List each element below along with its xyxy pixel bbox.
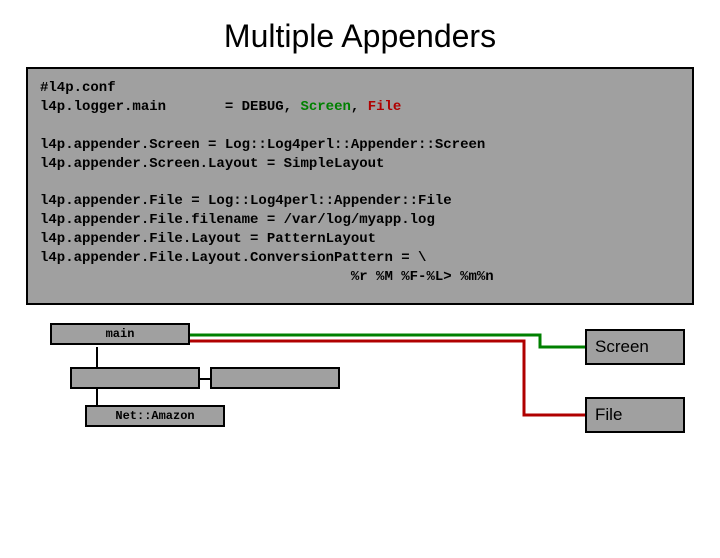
code-line: l4p.appender.Screen.Layout = SimpleLayou… bbox=[40, 156, 384, 172]
node-blank-1 bbox=[70, 367, 200, 389]
appender-screen: Screen bbox=[585, 329, 685, 365]
node-main: main bbox=[50, 323, 190, 345]
logger-diagram: main Net::Amazon Screen File bbox=[0, 317, 720, 467]
config-code-block: #l4p.conf l4p.logger.main = DEBUG, Scree… bbox=[26, 67, 694, 305]
code-line: l4p.logger.main = DEBUG, Screen, File bbox=[40, 99, 401, 115]
code-line: l4p.appender.Screen = Log::Log4perl::App… bbox=[40, 137, 485, 153]
code-line: l4p.appender.File.Layout = PatternLayout bbox=[40, 231, 376, 247]
node-net-amazon: Net::Amazon bbox=[85, 405, 225, 427]
page-title: Multiple Appenders bbox=[0, 18, 720, 55]
appender-file: File bbox=[585, 397, 685, 433]
code-line: #l4p.conf bbox=[40, 80, 116, 96]
code-line: l4p.appender.File.Layout.ConversionPatte… bbox=[40, 250, 426, 266]
code-line: l4p.appender.File.filename = /var/log/my… bbox=[40, 212, 435, 228]
code-line: l4p.appender.File = Log::Log4perl::Appen… bbox=[40, 193, 452, 209]
node-blank-2 bbox=[210, 367, 340, 389]
code-line: %r %M %F-%L> %m%n bbox=[40, 269, 494, 285]
